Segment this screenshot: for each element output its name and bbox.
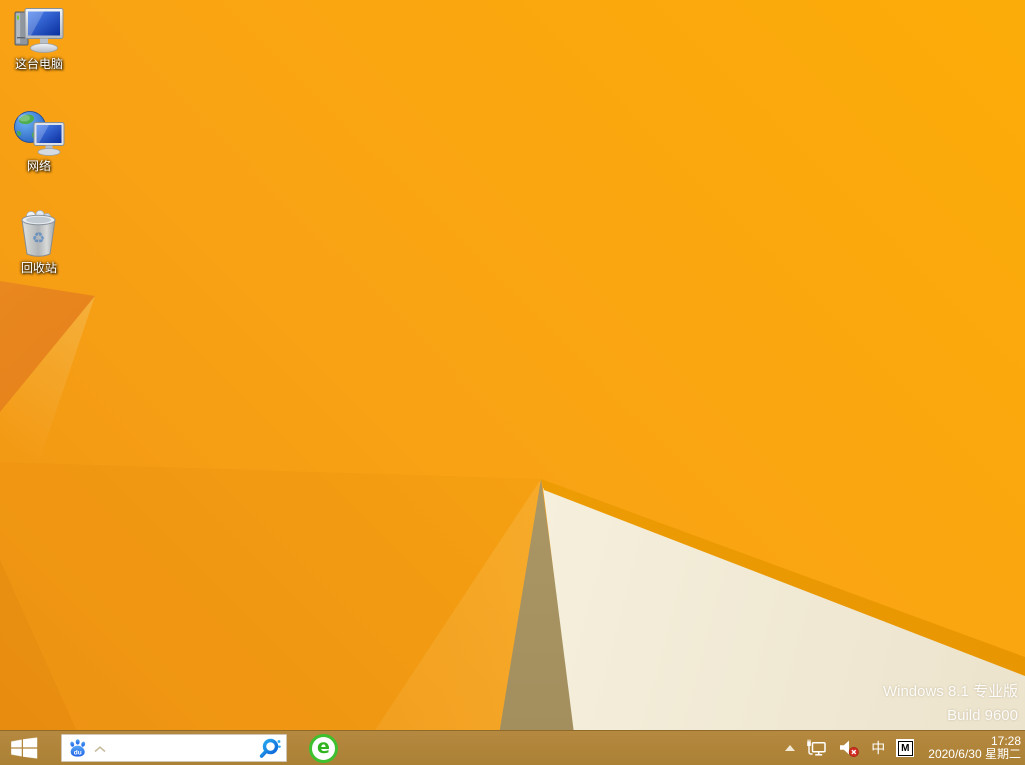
watermark-build: Build 9600	[883, 704, 1018, 728]
this-pc-icon	[2, 5, 76, 55]
watermark: Windows 8.1 专业版 Build 9600	[883, 680, 1018, 728]
ime-mode-button[interactable]: M	[896, 739, 914, 757]
ime-cn-icon: 中	[871, 741, 885, 755]
recycle-bin-icon: ♻	[2, 209, 76, 259]
svg-text:♻: ♻	[32, 230, 45, 247]
desktop: 这台电脑 网络	[0, 0, 1025, 765]
network-tray-button[interactable]	[806, 739, 828, 758]
green-e-icon: e	[317, 738, 330, 757]
search-input[interactable]	[110, 736, 258, 760]
volume-muted-icon	[839, 739, 860, 758]
system-tray: 中 M 17:28 2020/6/30 星期二	[785, 735, 1025, 761]
desktop-icon-this-pc[interactable]: 这台电脑	[2, 5, 76, 71]
clock-date: 2020/6/30 星期二	[928, 748, 1021, 761]
ime-language-indicator[interactable]: 中	[871, 741, 885, 755]
desktop-icon-label: 网络	[2, 160, 76, 173]
network-icon	[2, 107, 76, 157]
show-hidden-icons-button[interactable]	[785, 745, 795, 751]
ethernet-network-icon	[806, 739, 828, 758]
taskbar: du e	[0, 730, 1025, 765]
desktop-icon-recycle-bin[interactable]: ♻ 回收站	[2, 209, 76, 275]
up-arrow-icon	[785, 745, 795, 751]
windows-logo-icon	[11, 737, 37, 758]
watermark-edition: Windows 8.1 专业版	[883, 680, 1018, 704]
volume-button[interactable]	[839, 739, 860, 758]
clock[interactable]: 17:28 2020/6/30 星期二	[928, 735, 1021, 761]
chevron-up-icon[interactable]	[94, 746, 106, 753]
ime-m-icon: M	[896, 739, 914, 757]
search-icon[interactable]	[258, 737, 281, 760]
baidu-du-label: du	[74, 749, 82, 756]
desktop-icon-network[interactable]: 网络	[2, 107, 76, 173]
start-button[interactable]	[0, 731, 46, 765]
desktop-icon-label: 这台电脑	[2, 58, 76, 71]
browser-360-button[interactable]: e	[309, 734, 338, 763]
baidu-paw-icon[interactable]: du	[68, 738, 88, 758]
desktop-icon-label: 回收站	[2, 262, 76, 275]
taskbar-search-box[interactable]: du	[61, 734, 287, 762]
